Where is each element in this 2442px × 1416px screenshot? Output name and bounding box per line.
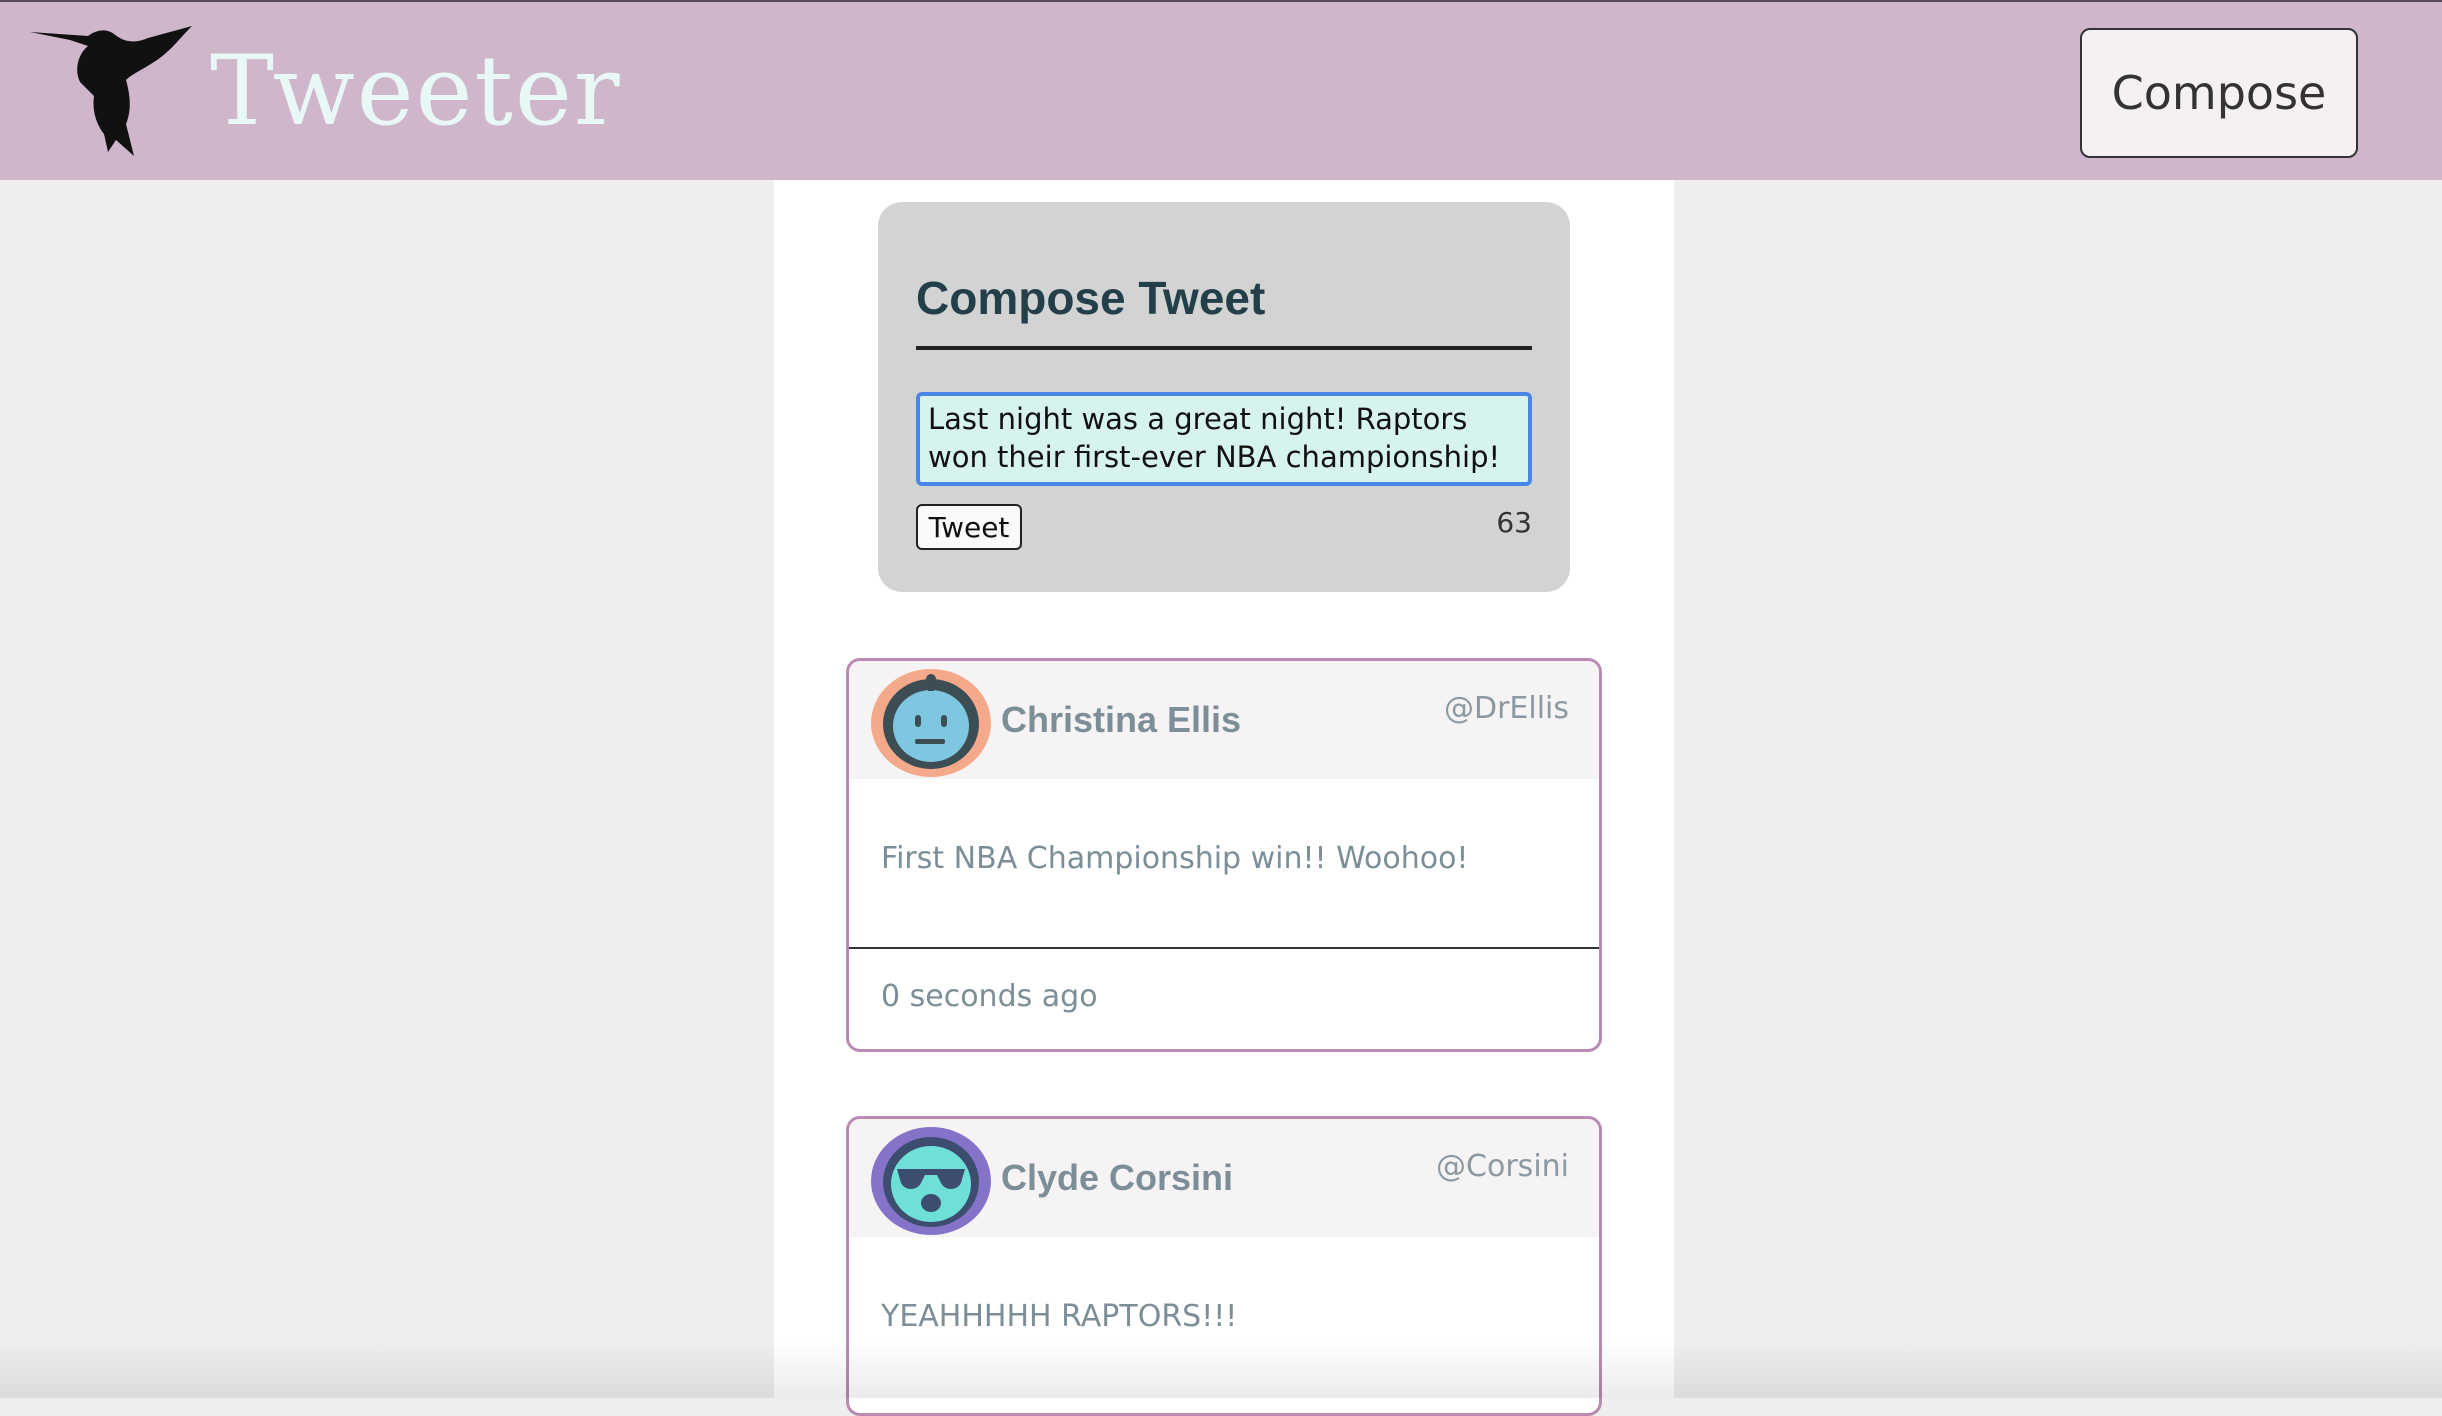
character-counter: 63 bbox=[1496, 506, 1532, 539]
tweet-author-handle: @DrEllis bbox=[1443, 691, 1569, 726]
robot-face-avatar-icon bbox=[871, 669, 991, 777]
tweet-submit-button[interactable]: Tweet bbox=[916, 504, 1022, 550]
tweet-header: Clyde Corsini @Corsini bbox=[849, 1119, 1599, 1237]
tweet-author-name: Clyde Corsini bbox=[1001, 1157, 1234, 1198]
tweet-author-name: Christina Ellis bbox=[1001, 699, 1242, 740]
tweet-content: YEAHHHHH RAPTORS!!! bbox=[881, 1299, 1238, 1334]
tweet-timestamp: 0 seconds ago bbox=[881, 979, 1098, 1014]
compose-tweet-form: Compose Tweet Last night was a great nig… bbox=[878, 202, 1570, 592]
compose-button[interactable]: Compose bbox=[2080, 28, 2358, 158]
compose-title: Compose Tweet bbox=[916, 270, 1532, 350]
sunglasses-face-avatar-icon bbox=[871, 1127, 991, 1235]
tweet-card: Christina Ellis @DrEllis First NBA Champ… bbox=[846, 658, 1602, 1052]
hummingbird-icon bbox=[30, 26, 192, 156]
tweet-header: Christina Ellis @DrEllis bbox=[849, 661, 1599, 779]
app-title: Tweeter bbox=[210, 35, 622, 147]
tweet-text-input[interactable]: Last night was a great night! Raptors wo… bbox=[916, 392, 1532, 486]
top-nav-bar: Tweeter Compose bbox=[0, 0, 2442, 180]
tweet-card: Clyde Corsini @Corsini YEAHHHHH RAPTORS!… bbox=[846, 1116, 1602, 1416]
tweet-content: First NBA Championship win!! Woohoo! bbox=[881, 841, 1469, 876]
tweet-divider bbox=[849, 947, 1599, 949]
tweet-author-handle: @Corsini bbox=[1436, 1149, 1569, 1184]
